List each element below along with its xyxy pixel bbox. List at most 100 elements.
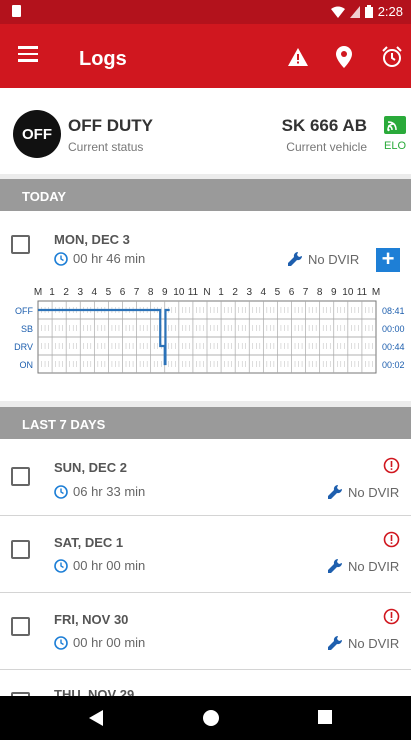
duty-row-label: DRV — [14, 342, 33, 352]
wrench-icon — [328, 484, 343, 499]
dvir-status[interactable]: No DVIR — [327, 484, 399, 500]
duty-row-label: SB — [21, 324, 33, 334]
log-card[interactable]: FRI, NOV 30 00 hr 00 min No DVIR — [0, 593, 411, 669]
recent-apps-icon[interactable] — [318, 710, 332, 724]
app-bar: Logs — [0, 24, 411, 88]
log-card[interactable]: SAT, DEC 1 00 hr 00 min No DVIR — [0, 516, 411, 592]
alert-icon[interactable] — [383, 531, 400, 548]
hour-label: M — [372, 287, 380, 298]
hour-label: 1 — [49, 287, 55, 298]
menu-icon[interactable] — [18, 46, 38, 64]
location-pin-icon[interactable] — [331, 44, 357, 70]
log-date: SUN, DEC 2 — [54, 460, 127, 475]
clock-icon — [54, 558, 68, 573]
hour-label: 7 — [134, 287, 140, 298]
duty-row-label: OFF — [15, 306, 33, 316]
page-title: Logs — [79, 48, 127, 70]
system-status-bar: 2:28 — [0, 0, 411, 24]
vehicle-caption: Current vehicle — [286, 140, 367, 154]
alert-icon[interactable] — [383, 608, 400, 625]
duration-text: 00 hr 00 min — [73, 635, 146, 650]
hour-label: 10 — [342, 287, 354, 298]
duty-row-label: ON — [20, 360, 34, 370]
duty-row-total: 00:00 — [382, 324, 405, 334]
elo-connection-icon — [384, 116, 406, 134]
log-duration: 00 hr 46 min — [54, 251, 145, 266]
hour-label: 4 — [92, 287, 98, 298]
hour-label: 3 — [77, 287, 83, 298]
alert-icon[interactable] — [383, 457, 400, 474]
hour-label: 6 — [120, 287, 126, 298]
log-duration: 06 hr 33 min — [54, 484, 145, 499]
log-duration: 00 hr 00 min — [54, 635, 145, 650]
log-card[interactable]: SUN, DEC 2 06 hr 33 min No DVIR — [0, 439, 411, 515]
duty-row-total: 00:44 — [382, 342, 405, 352]
log-date: FRI, NOV 30 — [54, 612, 129, 627]
select-checkbox[interactable] — [11, 540, 30, 559]
dvir-text: No DVIR — [348, 635, 400, 651]
log-duration: 00 hr 00 min — [54, 558, 145, 573]
signal-icon — [349, 5, 360, 18]
select-checkbox[interactable] — [11, 467, 30, 486]
select-checkbox[interactable] — [11, 617, 30, 636]
back-icon[interactable] — [89, 710, 103, 726]
hour-label: 3 — [246, 287, 252, 298]
hour-label: 8 — [317, 287, 323, 298]
section-header-today: TODAY — [0, 179, 411, 211]
hour-label: 9 — [162, 287, 168, 298]
hour-label: M — [34, 287, 42, 298]
wrench-icon — [288, 251, 303, 266]
wrench-icon — [328, 635, 343, 650]
dvir-text: No DVIR — [348, 558, 400, 574]
duration-text: 00 hr 46 min — [73, 251, 146, 266]
duty-status-caption: Current status — [68, 140, 144, 154]
duration-text: 06 hr 33 min — [73, 484, 146, 499]
dvir-text: No DVIR — [308, 251, 360, 267]
log-card[interactable]: THU, NOV 29 — [0, 670, 411, 696]
hour-label: 5 — [106, 287, 112, 298]
duty-status-badge[interactable]: OFF — [13, 110, 61, 158]
sim-icon — [12, 5, 21, 17]
dvir-status[interactable]: No DVIR — [287, 251, 359, 267]
alarm-clock-icon[interactable] — [379, 44, 405, 70]
select-checkbox[interactable] — [11, 235, 30, 254]
vehicle-id[interactable]: SK 666 AB — [282, 116, 367, 136]
duty-grid-chart[interactable]: M 1 2 3 4 5 6 7 8 9 10 11 N 1 2 3 4 5 6 7 8 9 10 11 M OFFSBDRVON… — [0, 283, 411, 395]
hour-label: 4 — [261, 287, 267, 298]
hour-label: 5 — [275, 287, 281, 298]
hour-label: N — [203, 287, 210, 298]
dvir-status[interactable]: No DVIR — [327, 635, 399, 651]
clock-icon — [54, 484, 68, 499]
dvir-status[interactable]: No DVIR — [327, 558, 399, 574]
hour-label: 8 — [148, 287, 154, 298]
wifi-icon — [330, 6, 345, 18]
elo-label: ELO — [384, 140, 407, 152]
log-date: SAT, DEC 1 — [54, 535, 124, 550]
duty-status-label: OFF DUTY — [68, 116, 153, 135]
hour-label: 9 — [331, 287, 337, 298]
clock-time: 2:28 — [377, 4, 403, 19]
today-log-card[interactable]: MON, DEC 3 00 hr 46 min No DVIR + M12345… — [0, 211, 411, 401]
hour-label: 10 — [173, 287, 185, 298]
hour-label: 2 — [232, 287, 238, 298]
duration-text: 00 hr 00 min — [73, 558, 146, 573]
clock-icon — [54, 251, 68, 266]
hour-label: 2 — [63, 287, 69, 298]
log-date: MON, DEC 3 — [54, 232, 130, 247]
hour-label: 1 — [218, 287, 224, 298]
wrench-icon — [328, 558, 343, 573]
hour-label: 11 — [357, 287, 368, 298]
home-icon[interactable] — [203, 710, 219, 726]
section-header-last-7-days: LAST 7 DAYS — [0, 407, 411, 439]
log-date: THU, NOV 29 — [54, 687, 135, 696]
clock-icon — [54, 635, 68, 650]
battery-icon — [364, 5, 373, 18]
hour-label: 7 — [303, 287, 309, 298]
hour-label: 11 — [188, 287, 199, 298]
hour-label: 6 — [289, 287, 295, 298]
warning-icon[interactable] — [285, 44, 311, 70]
add-dvir-button[interactable]: + — [376, 248, 400, 272]
duty-row-total: 00:02 — [382, 360, 405, 370]
duty-row-total: 08:41 — [382, 306, 405, 316]
current-status-card[interactable]: OFF OFF DUTY Current status SK 666 AB Cu… — [0, 88, 411, 174]
